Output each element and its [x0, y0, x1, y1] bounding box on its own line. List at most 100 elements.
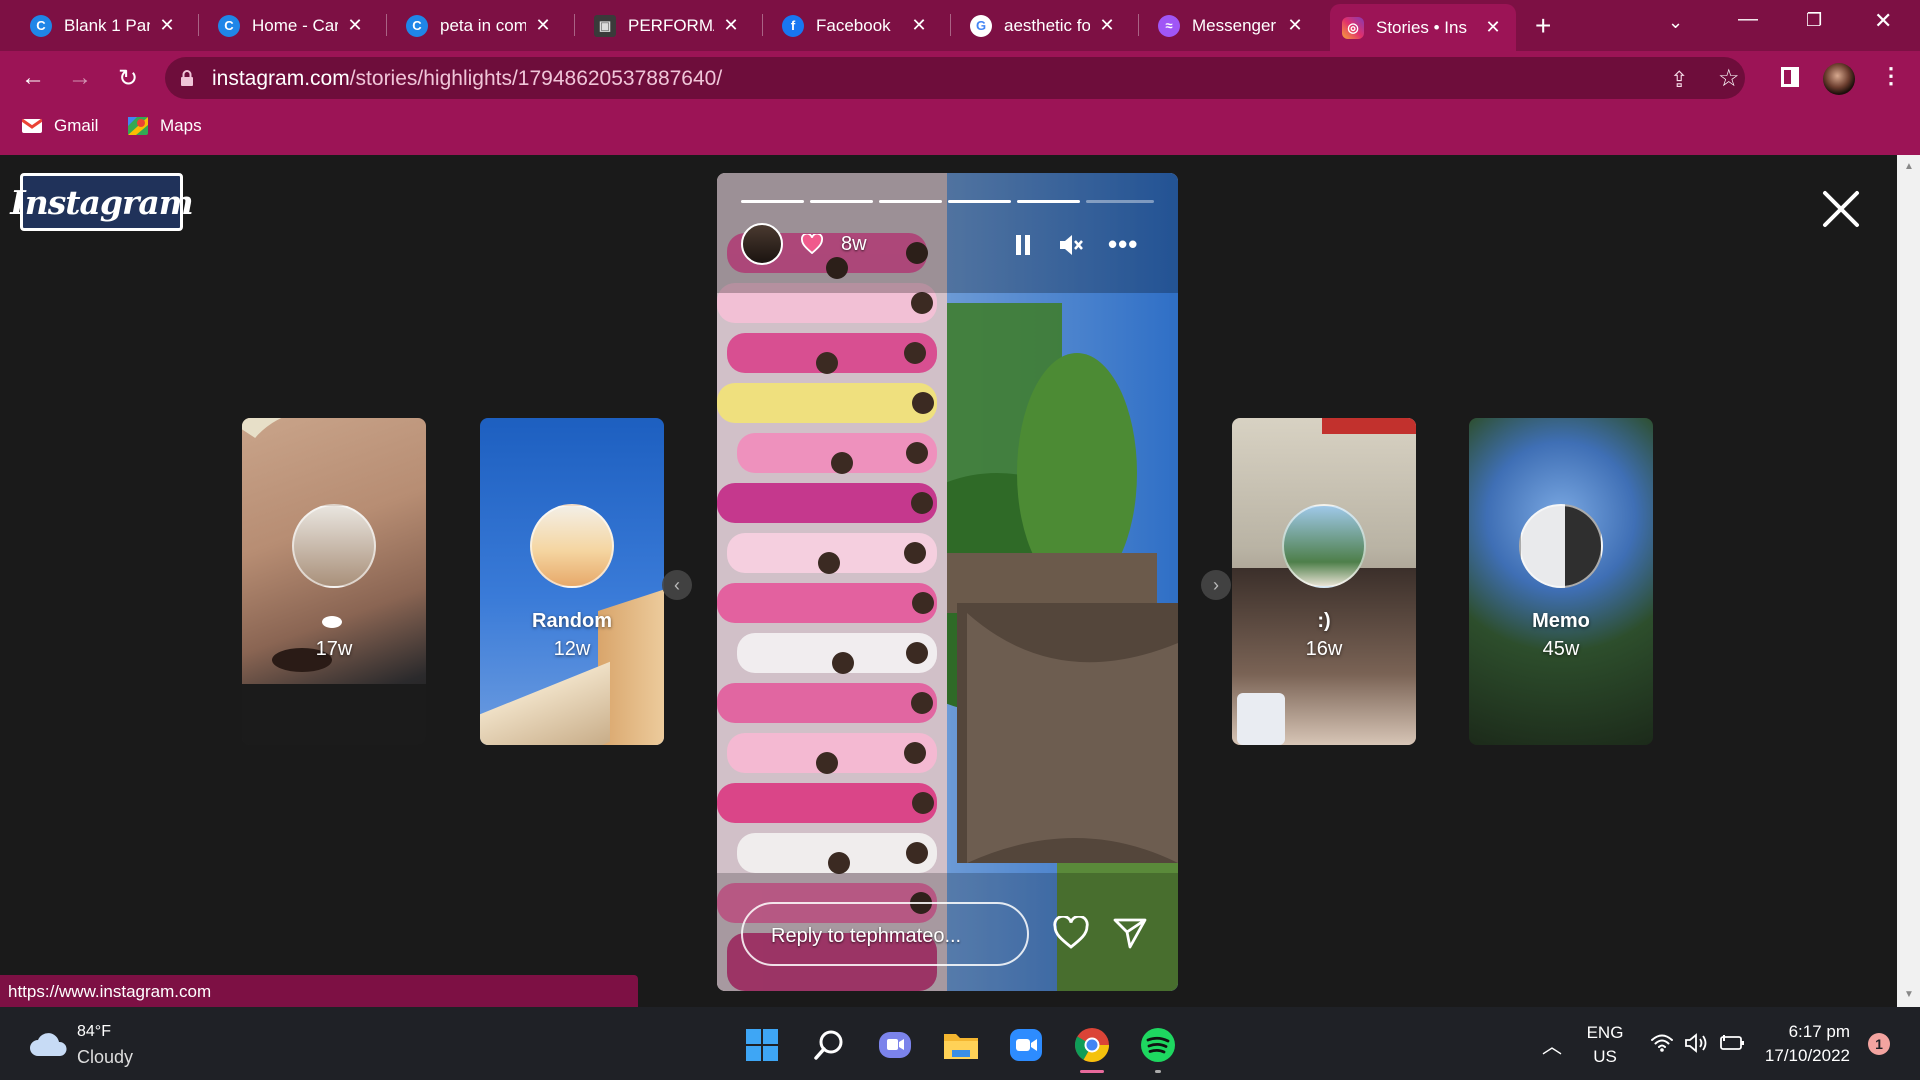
- scroll-down-icon[interactable]: ▼: [1904, 989, 1914, 1000]
- chat-icon: [879, 1032, 911, 1058]
- highlight-name: Memo: [1532, 610, 1590, 632]
- scrollbar[interactable]: ▲ ▼: [1897, 155, 1920, 1007]
- bookmark-star-icon[interactable]: ☆: [1718, 64, 1740, 93]
- tab-facebook[interactable]: f Facebook ✕: [770, 6, 942, 45]
- highlight-preview-memo[interactable]: Memo 45w: [1469, 418, 1653, 745]
- file-explorer-button[interactable]: [941, 1025, 981, 1065]
- new-tab-icon[interactable]: +: [1535, 10, 1551, 42]
- url-text[interactable]: instagram.com/stories/highlights/1794862…: [212, 67, 722, 91]
- battery-charging-icon[interactable]: [1720, 1034, 1746, 1052]
- restore-icon[interactable]: ❐: [1806, 10, 1822, 31]
- teams-chat-button[interactable]: [875, 1025, 915, 1065]
- tab-label: Messenger: [1192, 15, 1277, 35]
- profile-avatar[interactable]: [1823, 63, 1855, 95]
- tab-divider: [198, 14, 199, 36]
- start-button[interactable]: [742, 1025, 782, 1065]
- story-progress-segment: [879, 200, 942, 203]
- next-story-arrow[interactable]: ›: [1201, 570, 1231, 600]
- story-progress-segment: [741, 200, 804, 203]
- phone-shape: [1237, 693, 1285, 745]
- lock-icon[interactable]: [180, 70, 194, 86]
- more-options-icon[interactable]: •••: [1108, 229, 1138, 260]
- share-icon[interactable]: ⇪: [1670, 67, 1688, 93]
- highlight-preview[interactable]: 17w: [242, 418, 426, 745]
- show-hidden-icons-chevron[interactable]: ︿: [1542, 1030, 1562, 1059]
- reply-placeholder: Reply to tephmateo...: [771, 925, 962, 947]
- facebook-icon: f: [782, 14, 804, 37]
- highlight-time: 16w: [1305, 638, 1343, 660]
- story-viewer[interactable]: 8w ••• Reply to tephmateo...: [717, 173, 1178, 991]
- close-tab-icon[interactable]: ✕: [1482, 17, 1504, 38]
- close-tab-icon[interactable]: ✕: [1096, 15, 1118, 36]
- side-panel-icon[interactable]: [1781, 67, 1799, 87]
- minimize-icon[interactable]: —: [1738, 8, 1758, 31]
- tab-peta[interactable]: C peta in com ✕: [394, 6, 566, 45]
- back-icon[interactable]: ←: [14, 59, 52, 97]
- spotify-button[interactable]: [1138, 1025, 1178, 1065]
- bookmark-maps[interactable]: Maps: [128, 116, 202, 136]
- tab-label: peta in com: [440, 15, 526, 35]
- input-language-line2[interactable]: US: [1580, 1047, 1630, 1067]
- menu-icon[interactable]: ⋮: [1880, 63, 1902, 89]
- tab-search-icon[interactable]: ⌄: [1668, 12, 1683, 33]
- close-tab-icon[interactable]: ✕: [1284, 15, 1306, 36]
- bookmarks-bar: Gmail Maps: [0, 106, 1920, 152]
- highlight-preview-random[interactable]: Random 12w: [480, 418, 664, 745]
- tab-blank-panel[interactable]: C Blank 1 Pan ✕: [18, 6, 190, 45]
- canva-icon: C: [218, 14, 240, 37]
- close-tab-icon[interactable]: ✕: [720, 15, 742, 36]
- story-photo: [717, 173, 1178, 991]
- scroll-up-icon[interactable]: ▲: [1904, 161, 1914, 172]
- highlight-preview-smiley[interactable]: :) 16w: [1232, 418, 1416, 745]
- zoom-button[interactable]: [1006, 1025, 1046, 1065]
- clock-date[interactable]: 17/10/2022: [1754, 1046, 1850, 1066]
- highlight-name: :): [1317, 610, 1331, 632]
- previous-story-arrow[interactable]: ‹: [662, 570, 692, 600]
- gmail-icon: [22, 118, 42, 133]
- bookmark-label: Maps: [160, 116, 202, 135]
- clock-time[interactable]: 6:17 pm: [1760, 1022, 1850, 1042]
- weather-description[interactable]: Cloudy: [77, 1047, 133, 1068]
- chrome-button[interactable]: [1072, 1025, 1112, 1065]
- wifi-icon[interactable]: [1650, 1033, 1674, 1053]
- tab-messenger[interactable]: ≈ Messenger ✕: [1146, 6, 1318, 45]
- tab-google-search[interactable]: G aesthetic fo ✕: [958, 6, 1130, 45]
- close-story-icon[interactable]: [1822, 190, 1860, 228]
- notification-badge[interactable]: 1: [1868, 1033, 1890, 1055]
- close-tab-icon[interactable]: ✕: [344, 15, 366, 36]
- close-tab-icon[interactable]: ✕: [908, 15, 930, 36]
- window-close-icon[interactable]: ✕: [1874, 8, 1892, 34]
- bookmark-gmail[interactable]: Gmail: [22, 116, 98, 136]
- tab-performance[interactable]: ▣ PERFORMA ✕: [582, 6, 754, 45]
- chrome-icon: [1075, 1028, 1109, 1062]
- cloudy-weather-icon[interactable]: [28, 1032, 68, 1058]
- tab-label: Blank 1 Pan: [64, 15, 150, 35]
- volume-icon[interactable]: [1684, 1033, 1710, 1053]
- close-tab-icon[interactable]: ✕: [532, 15, 554, 36]
- active-app-indicator: [1080, 1070, 1104, 1073]
- tab-label: Home - Car: [252, 15, 338, 35]
- highlight-name: Random: [532, 610, 612, 632]
- story-author-avatar[interactable]: [741, 223, 783, 265]
- send-icon[interactable]: [1113, 916, 1147, 950]
- forward-icon[interactable]: →: [61, 59, 99, 97]
- tab-home-canva[interactable]: C Home - Car ✕: [206, 6, 378, 45]
- like-heart-icon[interactable]: [1053, 916, 1089, 950]
- highlight-avatar: [530, 504, 614, 588]
- input-language-line1[interactable]: ENG: [1580, 1023, 1630, 1043]
- toolbar: ← → ↻ instagram.com/stories/highlights/1…: [0, 51, 1920, 106]
- tab-label: Facebook: [816, 15, 891, 35]
- instagram-logo[interactable]: Instagram: [10, 173, 194, 231]
- folder-icon: [944, 1034, 978, 1059]
- weather-temperature[interactable]: 84°F: [77, 1023, 111, 1041]
- mute-icon[interactable]: [1058, 233, 1084, 257]
- highlight-time: 12w: [553, 638, 591, 660]
- pause-icon[interactable]: [1013, 234, 1033, 256]
- google-icon: G: [970, 14, 992, 37]
- search-button[interactable]: [809, 1025, 849, 1065]
- reload-icon[interactable]: ↻: [109, 59, 147, 97]
- tab-label: Stories • Ins: [1376, 17, 1467, 37]
- url-host: instagram.com: [212, 67, 350, 90]
- close-tab-icon[interactable]: ✕: [156, 15, 178, 36]
- tab-instagram-stories[interactable]: ◎ Stories • Ins ✕: [1330, 4, 1516, 51]
